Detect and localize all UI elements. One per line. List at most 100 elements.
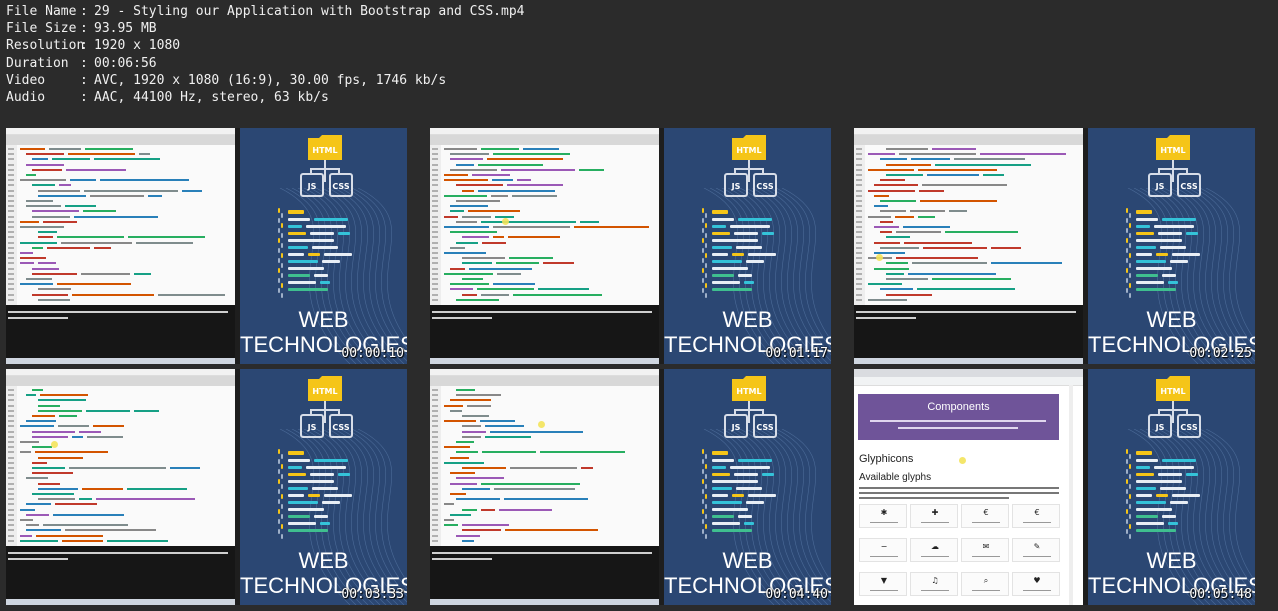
margin-tick [1126, 278, 1128, 283]
code-token [896, 231, 941, 234]
cover-title-line1: WEB [1146, 307, 1197, 332]
code-bar [1136, 239, 1182, 242]
code-bar [748, 253, 776, 256]
code-bar [288, 473, 306, 476]
video-thumbnail[interactable]: Components Glyphicons Available glyphs ✱ ✚ € €… [854, 369, 1255, 605]
code-token [485, 435, 531, 438]
video-thumbnail[interactable]: HTML JS CSS WEB TECHNOLOGIES 00:02:25 [854, 128, 1255, 364]
line-number [8, 441, 14, 443]
margin-tick [281, 454, 283, 459]
cover-title-line1: WEB [722, 307, 773, 332]
code-token [58, 425, 89, 428]
code-bar [324, 253, 352, 256]
video-thumbnail[interactable]: HTML JS CSS WEB TECHNOLOGIES 00:04:40 [430, 369, 831, 605]
line-number [432, 477, 438, 480]
code-token [868, 189, 915, 192]
code-token [472, 174, 510, 176]
code-token [874, 184, 918, 187]
code-token [26, 205, 61, 208]
code-token [444, 461, 484, 464]
code-token [53, 513, 124, 516]
code-token [874, 205, 888, 208]
video-thumbnail[interactable]: HTML JS CSS WEB TECHNOLOGIES 00:03:33 [6, 369, 407, 605]
line-number [432, 215, 438, 218]
code-bar [338, 473, 350, 476]
code-bar [1162, 515, 1176, 518]
code-bar [288, 288, 328, 291]
css-box-icon: CSS [1177, 173, 1201, 197]
code-token [38, 482, 60, 485]
code-token [903, 226, 950, 228]
code-bar [1136, 508, 1172, 511]
video-thumbnail[interactable]: HTML JS CSS WEB TECHNOLOGIES 00:00:10 [6, 128, 407, 364]
code-editor-window [6, 369, 235, 605]
margin-tick [278, 529, 280, 534]
glyph-cell: ♫ [910, 572, 958, 596]
code-token [38, 404, 60, 407]
code-token [38, 409, 82, 412]
margin-tick [1129, 263, 1131, 268]
code-bar [762, 473, 774, 476]
code-editor-window [854, 128, 1083, 364]
terminal-panel [6, 305, 235, 358]
code-bar [712, 487, 732, 490]
line-number [432, 435, 438, 438]
code-token [911, 158, 950, 161]
code-token [66, 168, 126, 171]
code-bar [1136, 487, 1156, 490]
code-bar [712, 274, 734, 277]
line-number [856, 148, 862, 150]
line-number [856, 293, 862, 296]
margin-tick [278, 218, 280, 223]
css-box-icon: CSS [1177, 414, 1201, 438]
code-token [26, 163, 64, 166]
code-token [462, 415, 489, 417]
code-token [581, 467, 593, 469]
margin-tick [278, 258, 280, 263]
margin-tick [1129, 243, 1131, 248]
code-token [450, 409, 462, 412]
line-number [432, 498, 438, 501]
code-token [20, 241, 57, 244]
code-token [513, 293, 602, 296]
margin-tick [702, 519, 704, 524]
code-bar [288, 487, 308, 490]
code-token [462, 539, 474, 542]
line-number [8, 272, 14, 275]
line-number [432, 519, 438, 521]
line-number [432, 394, 438, 397]
margin-tick [278, 499, 280, 504]
code-bar [736, 487, 762, 490]
code-token [32, 461, 47, 464]
code-bar [312, 246, 338, 249]
glyph-cell: − [859, 538, 907, 562]
folder-icon: HTML [732, 135, 766, 160]
css-box-icon: CSS [329, 173, 353, 197]
code-token [945, 231, 1018, 234]
editor-tabbar [854, 135, 1083, 145]
code-token [444, 179, 488, 182]
video-thumbnail[interactable]: HTML JS CSS WEB TECHNOLOGIES 00:01:17 [430, 128, 831, 364]
line-number [432, 210, 438, 213]
code-token [90, 194, 144, 197]
code-bar [712, 218, 734, 221]
line-number [8, 168, 14, 171]
code-token [32, 272, 77, 275]
margin-tick [281, 474, 283, 479]
editor-menubar [854, 128, 1083, 135]
code-bar [1162, 459, 1196, 462]
code-token [38, 231, 57, 234]
margin-tick [705, 263, 707, 268]
code-bar [324, 494, 352, 497]
code-token [40, 394, 88, 397]
glyph-label-line [1023, 522, 1051, 523]
line-number [8, 252, 14, 254]
folder-icon: HTML [308, 376, 342, 401]
code-token [20, 441, 39, 443]
margin-tick [1129, 534, 1131, 539]
code-token [493, 226, 570, 228]
code-bar [314, 218, 348, 221]
code-token [79, 498, 92, 501]
code-token [868, 168, 914, 171]
code-token [910, 210, 945, 213]
